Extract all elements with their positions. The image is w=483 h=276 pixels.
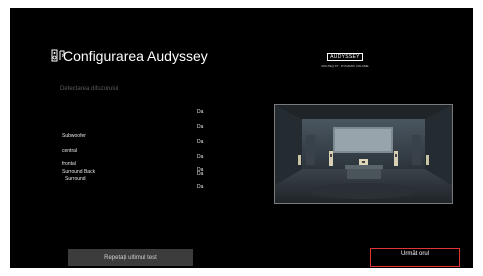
setup-screen: Configurarea Audyssey AUDYSSEY MULTEQ XT…: [10, 8, 473, 268]
speaker-name-subwoofer: Subwoofer: [62, 133, 86, 139]
page-title: Configurarea Audyssey: [63, 48, 208, 64]
speaker-name-surround-back: Surround Back: [62, 169, 96, 175]
brand-logo-text: AUDYSSEY: [327, 53, 363, 61]
next-button[interactable]: Următ orul: [370, 248, 460, 267]
repeat-last-test-button[interactable]: Repetați ultimul test: [68, 249, 193, 266]
speaker-name-front: frontal: [62, 161, 76, 167]
room-speaker-layout-diagram: [274, 104, 453, 204]
speaker-result: Da: [197, 124, 204, 130]
speaker-name-surround: Surround: [65, 176, 86, 182]
speaker-name-center: central: [62, 148, 78, 154]
speaker-result-subwoofer: Da: [197, 139, 204, 145]
speaker-result: Da: [197, 109, 204, 115]
speaker-result-center: Da: [197, 154, 204, 160]
speaker-result-surround-back: Da: [197, 171, 204, 177]
room-illustration: [275, 105, 452, 203]
audyssey-logo: AUDYSSEY MULTEQ XT · DYNAMIC VOLUME: [320, 45, 370, 68]
brand-tagline: MULTEQ XT · DYNAMIC VOLUME: [321, 64, 369, 68]
speaker-result-surround: Da: [197, 184, 204, 190]
step-label: Detectarea difuzorului: [60, 86, 119, 92]
